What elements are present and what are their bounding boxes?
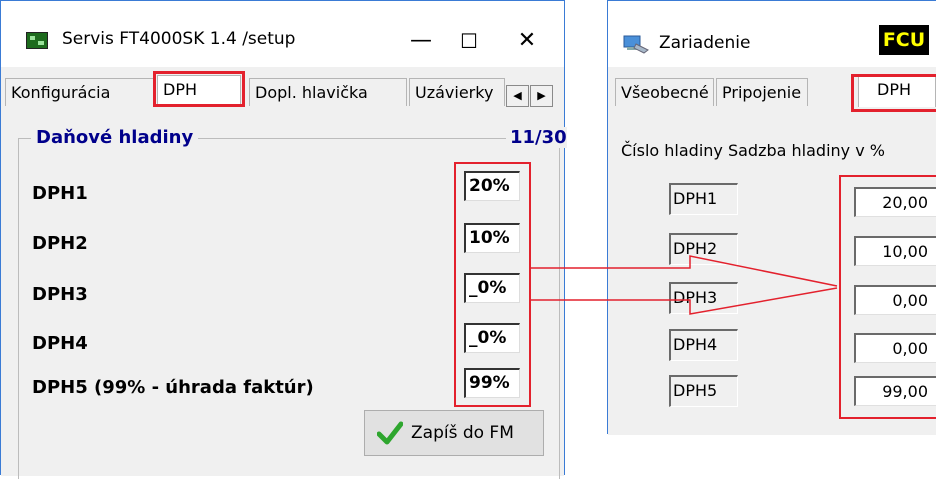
connector-arrows — [530, 255, 838, 315]
arrow-dph2-dph3-top — [530, 255, 838, 287]
arrow-dph2-dph3-bottom — [530, 287, 838, 315]
